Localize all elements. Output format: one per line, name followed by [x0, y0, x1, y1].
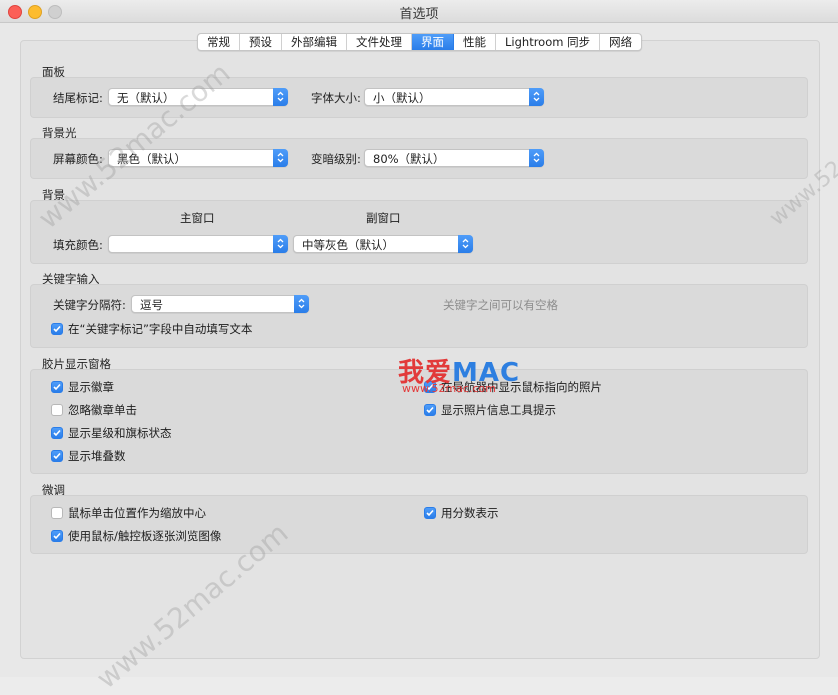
use-fractions-checkbox[interactable]: 用分数表示: [424, 505, 499, 521]
chevron-updown-icon: [273, 235, 288, 253]
main-fill-color-select[interactable]: [108, 235, 288, 253]
watermark-logo-url: www.52mac.com: [402, 382, 496, 395]
font-size-select[interactable]: 小（默认）: [364, 88, 544, 106]
tab-external-editing[interactable]: 外部编辑: [282, 34, 347, 50]
font-size-label: 字体大小:: [311, 91, 361, 105]
checkbox-unchecked-icon: [51, 404, 63, 416]
secondary-fill-color-select[interactable]: 中等灰色（默认）: [293, 235, 473, 253]
tab-file-handling[interactable]: 文件处理: [347, 34, 412, 50]
dim-level-value: 80%（默认）: [373, 152, 445, 166]
ignore-badge-clicks-label: 忽略徽章单击: [68, 403, 137, 417]
chevron-updown-icon: [529, 149, 544, 167]
tab-lightroom-sync[interactable]: Lightroom 同步: [496, 34, 601, 50]
keyword-spaces-hint: 关键字之间可以有空格: [443, 298, 558, 312]
tweaks-group: 鼠标单击位置作为缩放中心 使用鼠标/触控板逐张浏览图像 用分数表示: [30, 495, 808, 554]
chevron-updown-icon: [458, 235, 473, 253]
keyword-separator-value: 逗号: [140, 298, 163, 312]
ignore-badge-clicks-checkbox[interactable]: 忽略徽章单击: [51, 402, 137, 418]
main-window-label: 主窗口: [180, 211, 215, 225]
show-ratings-picks-label: 显示星级和旗标状态: [68, 426, 172, 440]
keyword-separator-label: 关键字分隔符:: [53, 298, 126, 312]
use-fractions-label: 用分数表示: [441, 506, 499, 520]
preferences-window: 首选项 常规 预设 外部编辑 文件处理 界面 性能 Lightroom 同步 网…: [0, 0, 838, 695]
keyword-entry-group: 关键字分隔符: 逗号 关键字之间可以有空格 在“关键字标记”字段中自动填写文本: [30, 284, 808, 348]
checkbox-checked-icon: [424, 507, 436, 519]
chevron-updown-icon: [273, 149, 288, 167]
tab-general[interactable]: 常规: [198, 34, 240, 50]
checkbox-checked-icon: [51, 530, 63, 542]
screen-color-label: 屏幕颜色:: [53, 152, 103, 166]
zoom-clicked-point-label: 鼠标单击位置作为缩放中心: [68, 506, 206, 520]
chevron-updown-icon: [529, 88, 544, 106]
checkbox-checked-icon: [51, 427, 63, 439]
checkbox-checked-icon: [51, 381, 63, 393]
background-group: 主窗口 副窗口 填充颜色: 中等灰色（默认）: [30, 200, 808, 264]
keyword-separator-select[interactable]: 逗号: [131, 295, 309, 313]
watermark-logo: 我爱MAC www.52mac.com: [398, 352, 538, 398]
zoom-clicked-point-checkbox[interactable]: 鼠标单击位置作为缩放中心: [51, 505, 206, 521]
end-marks-value: 无（默认）: [117, 91, 175, 105]
tab-interface[interactable]: 界面: [412, 34, 454, 50]
show-badges-checkbox[interactable]: 显示徽章: [51, 379, 114, 395]
secondary-window-label: 副窗口: [366, 211, 401, 225]
tab-network[interactable]: 网络: [600, 34, 641, 50]
autofill-keyword-checkbox[interactable]: 在“关键字标记”字段中自动填写文本: [51, 321, 252, 337]
checkbox-checked-icon: [51, 450, 63, 462]
checkbox-unchecked-icon: [51, 507, 63, 519]
tab-performance[interactable]: 性能: [454, 34, 496, 50]
title-bar: 首选项: [0, 0, 838, 23]
dim-level-label: 变暗级别:: [311, 152, 361, 166]
end-marks-label: 结尾标记:: [53, 91, 103, 105]
preferences-content: [20, 40, 820, 659]
chevron-updown-icon: [294, 295, 309, 313]
secondary-fill-color-value: 中等灰色（默认）: [302, 238, 394, 252]
show-info-tooltips-checkbox[interactable]: 显示照片信息工具提示: [424, 402, 556, 418]
show-stack-counts-checkbox[interactable]: 显示堆叠数: [51, 448, 126, 464]
tab-bar: 常规 预设 外部编辑 文件处理 界面 性能 Lightroom 同步 网络: [197, 33, 643, 51]
lights-out-group: 屏幕颜色: 黑色（默认） 变暗级别: 80%（默认）: [30, 138, 808, 179]
end-marks-select[interactable]: 无（默认）: [108, 88, 288, 106]
use-trackpad-label: 使用鼠标/触控板逐张浏览图像: [68, 529, 222, 543]
show-badges-label: 显示徽章: [68, 380, 114, 394]
checkbox-checked-icon: [424, 404, 436, 416]
autofill-keyword-label: 在“关键字标记”字段中自动填写文本: [68, 322, 253, 336]
fill-color-label: 填充颜色:: [53, 238, 103, 252]
show-ratings-picks-checkbox[interactable]: 显示星级和旗标状态: [51, 425, 172, 441]
show-info-tooltips-label: 显示照片信息工具提示: [441, 403, 556, 417]
chevron-updown-icon: [273, 88, 288, 106]
font-size-value: 小（默认）: [373, 91, 431, 105]
dim-level-select[interactable]: 80%（默认）: [364, 149, 544, 167]
panels-group: 结尾标记: 无（默认） 字体大小: 小（默认）: [30, 77, 808, 118]
tab-presets[interactable]: 预设: [240, 34, 282, 50]
screen-color-value: 黑色（默认）: [117, 152, 186, 166]
checkbox-checked-icon: [51, 323, 63, 335]
screen-color-select[interactable]: 黑色（默认）: [108, 149, 288, 167]
window-title: 首选项: [399, 7, 439, 22]
use-trackpad-checkbox[interactable]: 使用鼠标/触控板逐张浏览图像: [51, 528, 221, 544]
show-stack-counts-label: 显示堆叠数: [68, 449, 126, 463]
